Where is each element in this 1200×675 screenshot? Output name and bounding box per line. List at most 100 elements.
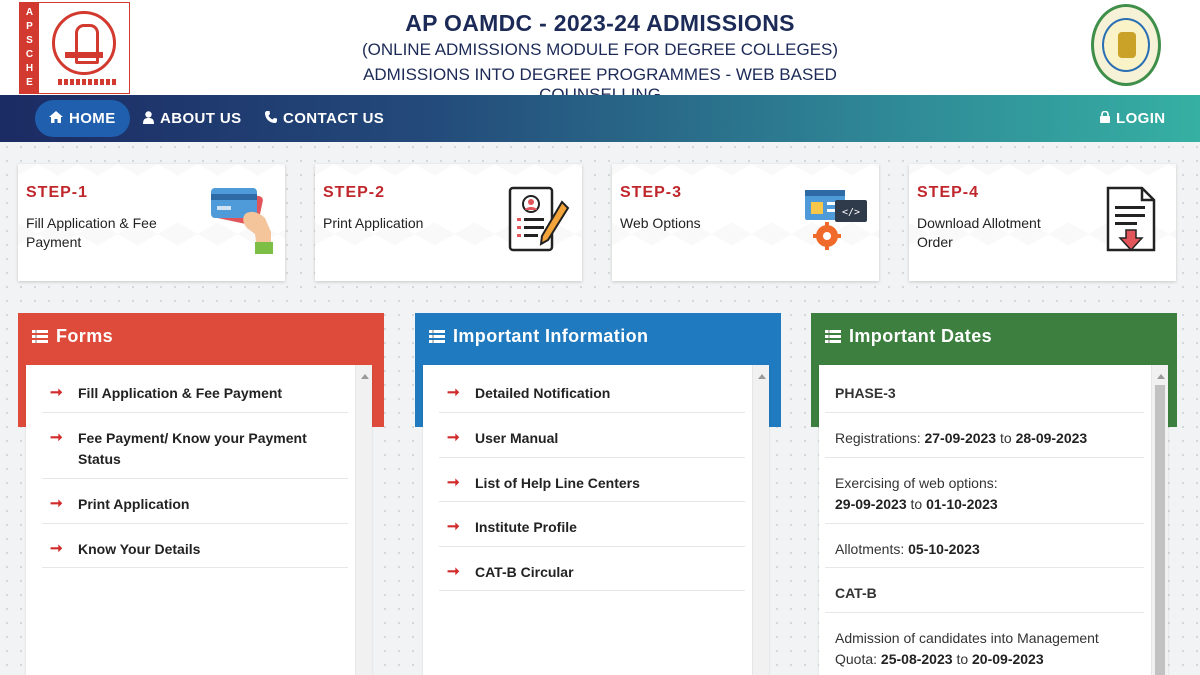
step-label: Download Allotment Order [917, 215, 1041, 250]
arrow-right-icon: ➞ [50, 540, 63, 557]
step-number: STEP-3 [620, 184, 683, 201]
date-from: 29-09-2023 [835, 496, 907, 512]
link-label: Detailed Notification [475, 385, 611, 401]
dates-catb-heading: CAT-B [825, 568, 1144, 613]
nav-about-label: ABOUT US [160, 110, 242, 127]
date-to-word: to [956, 651, 969, 667]
step-label: Fill Application & Fee Payment [26, 215, 157, 250]
date-to-word: to [1000, 430, 1012, 446]
info-panel-title: Important Information [453, 326, 649, 346]
forms-panel-title: Forms [56, 326, 114, 346]
link-label: Fee Payment/ Know your Payment Status [78, 430, 307, 467]
step-label: Print Application [323, 215, 424, 231]
date-to: 28-09-2023 [1015, 430, 1088, 446]
nav-login-label: LOGIN [1116, 110, 1166, 127]
step-card-4[interactable]: STEP-4 Download Allotment Order [909, 164, 1176, 281]
list-icon [32, 330, 48, 343]
info-link-catb-circular[interactable]: ➞ CAT-B Circular [439, 547, 745, 591]
step-number: STEP-2 [323, 184, 386, 201]
link-label: Fill Application & Fee Payment [78, 385, 283, 401]
link-label: CAT-B Circular [475, 564, 574, 580]
link-label: Print Application [78, 496, 190, 512]
user-icon [143, 110, 154, 127]
forms-scrollbar[interactable] [355, 365, 372, 675]
step-number: STEP-4 [917, 184, 980, 201]
step-card-1[interactable]: STEP-1 Fill Application & Fee Payment [18, 164, 285, 281]
link-label: Know Your Details [78, 541, 201, 557]
forms-link-print-application[interactable]: ➞ Print Application [42, 479, 348, 524]
scroll-thumb[interactable] [1155, 385, 1165, 675]
apsche-emblem-icon [52, 11, 116, 75]
arrow-right-icon: ➞ [50, 384, 63, 401]
list-icon [825, 330, 841, 343]
step-card-2[interactable]: STEP-2 Print Application [315, 164, 582, 281]
home-icon [49, 111, 63, 126]
site-header: APSCHE AP OAMDC - 2023-24 ADMISSIONS (ON… [0, 0, 1200, 104]
forms-link-know-details[interactable]: ➞ Know Your Details [42, 524, 348, 568]
ap-government-emblem[interactable] [1089, 4, 1163, 88]
link-label: Institute Profile [475, 519, 577, 535]
arrow-right-icon: ➞ [50, 429, 63, 446]
dates-scrollbar[interactable] [1151, 365, 1168, 675]
svg-text:</>: </> [842, 207, 860, 218]
dates-panel-body: PHASE-3 Registrations: 27-09-2023 to 28-… [819, 365, 1168, 675]
apsche-caption [58, 79, 118, 85]
date-to: 20-09-2023 [972, 651, 1044, 667]
arrow-right-icon: ➞ [447, 474, 460, 491]
info-link-institute-profile[interactable]: ➞ Institute Profile [439, 502, 745, 547]
date-to: 01-10-2023 [926, 496, 998, 512]
arrow-right-icon: ➞ [447, 518, 460, 535]
phase-label: PHASE-3 [835, 385, 896, 401]
forms-link-fee-payment[interactable]: ➞ Fee Payment/ Know your Payment Status [42, 413, 348, 479]
forms-link-fill-application[interactable]: ➞ Fill Application & Fee Payment [42, 365, 348, 413]
step-card-3[interactable]: STEP-3 Web Options </> [612, 164, 879, 281]
arrow-right-icon: ➞ [447, 429, 460, 446]
date-from: 27-09-2023 [924, 430, 997, 446]
dates-registrations: Registrations: 27-09-2023 to 28-09-2023 [825, 413, 1144, 458]
download-document-icon [1100, 184, 1166, 256]
dates-panel-title: Important Dates [849, 326, 993, 346]
page-subtitle: (ONLINE ADMISSIONS MODULE FOR DEGREE COL… [361, 40, 839, 59]
emblem-inner-ring [1102, 18, 1150, 72]
main-navbar: HOME ABOUT US CONTACT US LOGIN [0, 95, 1200, 142]
info-link-help-line-centers[interactable]: ➞ List of Help Line Centers [439, 458, 745, 502]
info-link-detailed-notification[interactable]: ➞ Detailed Notification [439, 365, 745, 413]
dates-web-options: Exercising of web options: 29-09-2023 to… [825, 458, 1144, 524]
link-label: User Manual [475, 430, 559, 446]
document-pen-icon [506, 184, 572, 256]
dates-phase3-heading: PHASE-3 [825, 365, 1144, 413]
apsche-logo-text: APSCHE [20, 3, 39, 93]
card-payment-icon [209, 184, 275, 256]
date-to-word: to [910, 496, 923, 512]
forms-panel-body: ➞ Fill Application & Fee Payment ➞ Fee P… [26, 365, 372, 675]
date-from: 25-08-2023 [880, 651, 953, 667]
scroll-up-icon[interactable] [361, 374, 369, 379]
dates-management-quota: Admission of candidates into Management … [825, 613, 1144, 675]
nav-home-label: HOME [69, 110, 116, 127]
list-icon [429, 330, 445, 343]
link-label: List of Help Line Centers [475, 475, 640, 491]
web-settings-icon: </> [803, 184, 869, 256]
scroll-up-icon[interactable] [1157, 374, 1165, 379]
arrow-right-icon: ➞ [447, 384, 460, 401]
phase-label: CAT-B [835, 585, 877, 601]
step-number: STEP-1 [26, 184, 89, 201]
arrow-right-icon: ➞ [447, 563, 460, 580]
nav-home[interactable]: HOME [35, 100, 130, 137]
nav-login[interactable]: LOGIN [1086, 100, 1180, 137]
date-label: Exercising of web options: [835, 475, 998, 491]
apsche-logo[interactable]: APSCHE [19, 2, 130, 94]
scroll-up-icon[interactable] [758, 374, 766, 379]
phone-icon [265, 111, 277, 126]
info-link-user-manual[interactable]: ➞ User Manual [439, 413, 745, 458]
step-label: Web Options [620, 215, 701, 231]
date-value: 05-10-2023 [908, 541, 980, 557]
info-panel-body: ➞ Detailed Notification ➞ User Manual ➞ … [423, 365, 769, 675]
date-label: Registrations: [835, 430, 921, 446]
nav-contact[interactable]: CONTACT US [251, 100, 398, 137]
nav-contact-label: CONTACT US [283, 110, 385, 127]
nav-about[interactable]: ABOUT US [129, 100, 256, 137]
lock-icon [1100, 110, 1110, 126]
info-scrollbar[interactable] [752, 365, 769, 675]
page-title: AP OAMDC - 2023-24 ADMISSIONS [405, 10, 795, 36]
